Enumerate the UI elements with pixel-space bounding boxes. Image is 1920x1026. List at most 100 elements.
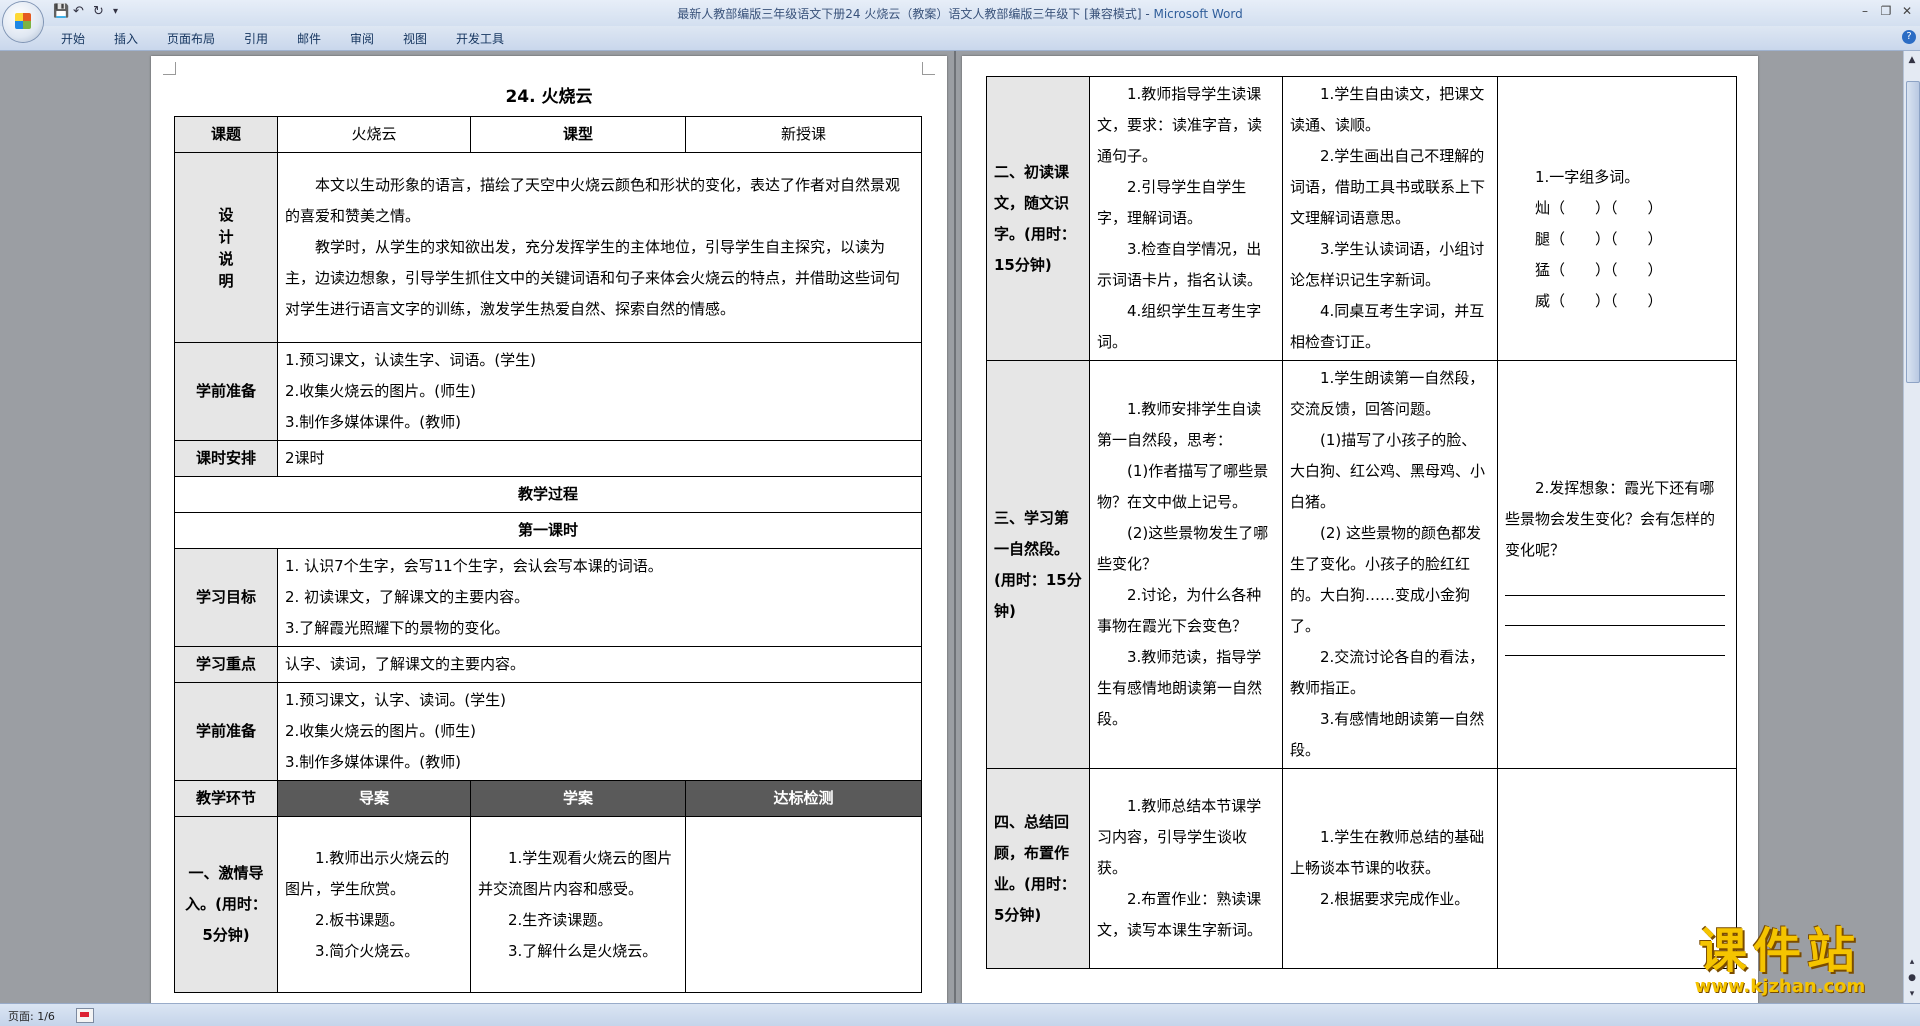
table-row: 学前准备 1.预习课文，认读生字、词语。(学生) 2.收集火烧云的图片。(师生)… <box>174 342 922 441</box>
prep2-cell[interactable]: 1.预习课文，认字、读词。(学生) 2.收集火烧云的图片。(师生) 3.制作多媒… <box>277 682 922 781</box>
answer-line[interactable] <box>1505 566 1725 596</box>
goals-label: 学习目标 <box>174 548 278 647</box>
table-row: 课时安排 2课时 <box>174 440 922 477</box>
list-item: (2) 这些景物的颜色都发生了变化。小孩子的脸红红的。大白狗……变成小金狗了。 <box>1290 524 1482 635</box>
tab-home[interactable]: 开始 <box>61 30 85 47</box>
vertical-scrollbar[interactable]: ▲ ▴ ● ▾ <box>1903 51 1920 1003</box>
table-row: 三、学习第一自然段。(用时：15分钟) 1.教师安排学生自读第一自然段，思考： … <box>986 360 1737 769</box>
crop-mark <box>163 62 176 75</box>
stage3-label: 三、学习第一自然段。(用时：15分钟) <box>986 360 1090 769</box>
tab-insert[interactable]: 插入 <box>114 30 138 47</box>
scroll-up-icon[interactable]: ▲ <box>1906 53 1918 67</box>
select-browse-object-icon[interactable]: ● <box>1906 971 1918 985</box>
stage2-guide-cell[interactable]: 1.教师指导学生读课文，要求：读准字音，读通句子。 2.引导学生自学生字，理解词… <box>1089 76 1283 361</box>
lesson-plan-table-1: 课题 火烧云 课型 新授课 设计说明 本文以生动形象的语言，描绘了天空中火烧云颜… <box>174 116 922 993</box>
design-paragraph-1: 本文以生动形象的语言，描绘了天空中火烧云颜色和形状的变化，表达了作者对自然景观的… <box>285 176 901 225</box>
goals-cell[interactable]: 1. 认识7个生字，会写11个生字，会认会写本课的词语。 2. 初读课文，了解课… <box>277 548 922 647</box>
table-row: 设计说明 本文以生动形象的语言，描绘了天空中火烧云颜色和形状的变化，表达了作者对… <box>174 152 922 343</box>
list-item: 4.组织学生互考生字词。 <box>1097 302 1262 351</box>
tab-developer[interactable]: 开发工具 <box>456 30 504 47</box>
list-item: 2.引导学生自学生字，理解词语。 <box>1097 178 1247 227</box>
status-bar: 页面: 1/6 <box>0 1003 1920 1026</box>
list-item: 3.简介火烧云。 <box>315 941 420 960</box>
restore-icon[interactable]: ❐ <box>1876 4 1896 18</box>
list-item: (2)这些景物发生了哪些变化？ <box>1097 524 1269 573</box>
page-indicator[interactable]: 页面: 1/6 <box>8 1008 55 1024</box>
focus-value[interactable]: 认字、读词，了解课文的主要内容。 <box>277 646 922 683</box>
stage4-study-cell[interactable]: 1.学生在教师总结的基础上畅谈本节课的收获。 2.根据要求完成作业。 <box>1282 768 1498 969</box>
stage2-check-cell[interactable]: 1.一字组多词。 灿（ ）（ ） 腿（ ）（ ） 猛（ ）（ ） 威（ ）（ ） <box>1497 76 1737 361</box>
type-value[interactable]: 新授课 <box>685 116 922 153</box>
list-item: 2.收集火烧云的图片。(师生) <box>285 382 477 400</box>
stage4-label: 四、总结回顾，布置作业。(用时：5分钟) <box>986 768 1090 969</box>
stage2-label: 二、初读课文，随文识字。(用时：15分钟) <box>986 76 1090 361</box>
document-area[interactable]: 24. 火烧云 课题 火烧云 课型 新授课 设计说明 本文以生动形象的语言，描绘… <box>0 51 1903 1003</box>
crop-mark <box>922 62 935 75</box>
stage4-guide-cell[interactable]: 1.教师总结本节课学习内容，引导学生谈收获。 2.布置作业：熟读课文，读写本课生… <box>1089 768 1283 969</box>
list-item: 3.制作多媒体课件。(教师) <box>285 413 462 431</box>
stage3-study-cell[interactable]: 1.学生朗读第一自然段，交流反馈，回答问题。 (1)描写了小孩子的脸、大白狗、红… <box>1282 360 1498 769</box>
list-item: 1.学生自由读文，把课文读通、读顺。 <box>1290 85 1485 134</box>
list-item: 2.板书课题。 <box>315 910 405 929</box>
table-row: 二、初读课文，随文识字。(用时：15分钟) 1.教师指导学生读课文，要求：读准字… <box>986 76 1737 361</box>
table-row: 学习重点 认字、读词，了解课文的主要内容。 <box>174 646 922 683</box>
list-item: 1.预习课文，认读生字、词语。(学生) <box>285 351 537 369</box>
table-row: 教学环节 导案 学案 达标检测 <box>174 780 922 817</box>
proofing-icon[interactable] <box>76 1008 94 1023</box>
previous-page-icon[interactable]: ▴ <box>1906 955 1918 969</box>
answer-line[interactable] <box>1505 626 1725 656</box>
scrollbar-thumb[interactable] <box>1906 81 1920 383</box>
list-item: 3.教师范读，指导学生有感情地朗读第一自然段。 <box>1097 648 1263 728</box>
stage3-guide-cell[interactable]: 1.教师安排学生自读第一自然段，思考： (1)作者描写了哪些景物？在文中做上记号… <box>1089 360 1283 769</box>
document-title: 24. 火烧云 <box>505 87 593 107</box>
check-title: 1.一字组多词。 <box>1535 168 1640 186</box>
col-guide-header: 导案 <box>277 780 471 817</box>
answer-line[interactable] <box>1505 596 1725 626</box>
stage3-check-cell[interactable]: 2.发挥想象：霞光下还有哪些景物会发生变化？会有怎样的变化呢？ <box>1497 360 1737 769</box>
close-icon[interactable]: ✕ <box>1897 4 1917 18</box>
stage1-study-cell[interactable]: 1.学生观看火烧云的图片并交流图片内容和感受。 2.生齐读课题。 3.了解什么是… <box>470 816 686 993</box>
help-icon[interactable]: ? <box>1902 30 1916 44</box>
list-item: (1)描写了小孩子的脸、大白狗、红公鸡、黑母鸡、小白猪。 <box>1290 431 1486 511</box>
minimize-icon[interactable]: – <box>1855 4 1875 18</box>
table-row: 学前准备 1.预习课文，认字、读词。(学生) 2.收集火烧云的图片。(师生) 3… <box>174 682 922 781</box>
stage2-study-cell[interactable]: 1.学生自由读文，把课文读通、读顺。 2.学生画出自己不理解的词语，借助工具书或… <box>1282 76 1498 361</box>
list-item: 1.学生在教师总结的基础上畅谈本节课的收获。 <box>1290 828 1485 877</box>
stage1-guide-cell[interactable]: 1.教师出示火烧云的图片，学生欣赏。 2.板书课题。 3.简介火烧云。 <box>277 816 471 993</box>
list-item: 1.教师出示火烧云的图片，学生欣赏。 <box>285 848 450 898</box>
list-item: 腿（ ）（ ） <box>1535 230 1663 248</box>
tab-review[interactable]: 审阅 <box>350 30 374 47</box>
page-1: 24. 火烧云 课题 火烧云 课型 新授课 设计说明 本文以生动形象的语言，描绘… <box>151 56 947 1003</box>
list-item: 3.了解霞光照耀下的景物的变化。 <box>285 619 510 637</box>
office-button[interactable] <box>3 2 43 42</box>
topic-value[interactable]: 火烧云 <box>277 116 471 153</box>
list-item: 1.学生观看火烧云的图片并交流图片内容和感受。 <box>478 848 673 898</box>
list-item: 1.教师总结本节课学习内容，引导学生谈收获。 <box>1097 797 1262 877</box>
schedule-value[interactable]: 2课时 <box>277 440 922 477</box>
schedule-label: 课时安排 <box>174 440 278 477</box>
list-item: 猛（ ）（ ） <box>1535 261 1663 279</box>
tab-page-layout[interactable]: 页面布局 <box>167 30 215 47</box>
tab-view[interactable]: 视图 <box>403 30 427 47</box>
check-question: 2.发挥想象：霞光下还有哪些景物会发生变化？会有怎样的变化呢？ <box>1505 479 1716 559</box>
watermark-text: 课件站 <box>1698 923 1861 979</box>
list-item: 2.交流讨论各自的看法，教师指正。 <box>1290 648 1485 697</box>
prep2-label: 学前准备 <box>174 682 278 781</box>
list-item: 2.讨论，为什么各种事物在霞光下会变色？ <box>1097 586 1262 635</box>
list-item: 1.预习课文，认字、读词。(学生) <box>285 691 507 709</box>
next-page-icon[interactable]: ▾ <box>1906 987 1918 1001</box>
table-row: 教学过程 <box>174 476 922 513</box>
list-item: 2.学生画出自己不理解的词语，借助工具书或联系上下文理解词语意思。 <box>1290 147 1486 227</box>
table-row: 一、激情导入。(用时：5分钟) 1.教师出示火烧云的图片，学生欣赏。 2.板书课… <box>174 816 922 993</box>
design-cell[interactable]: 本文以生动形象的语言，描绘了天空中火烧云颜色和形状的变化，表达了作者对自然景观的… <box>277 152 922 343</box>
list-item: (1)作者描写了哪些景物？在文中做上记号。 <box>1097 462 1269 511</box>
tab-mailings[interactable]: 邮件 <box>297 30 321 47</box>
type-label: 课型 <box>470 116 686 153</box>
list-item: 3.制作多媒体课件。(教师) <box>285 753 462 771</box>
tab-references[interactable]: 引用 <box>244 30 268 47</box>
prep-cell[interactable]: 1.预习课文，认读生字、词语。(学生) 2.收集火烧云的图片。(师生) 3.制作… <box>277 342 922 441</box>
stage1-check-cell[interactable] <box>685 816 922 993</box>
list-item: 3.了解什么是火烧云。 <box>508 941 658 960</box>
list-item: 1. 认识7个生字，会写11个生字，会认会写本课的词语。 <box>285 557 663 575</box>
topic-label: 课题 <box>174 116 278 153</box>
